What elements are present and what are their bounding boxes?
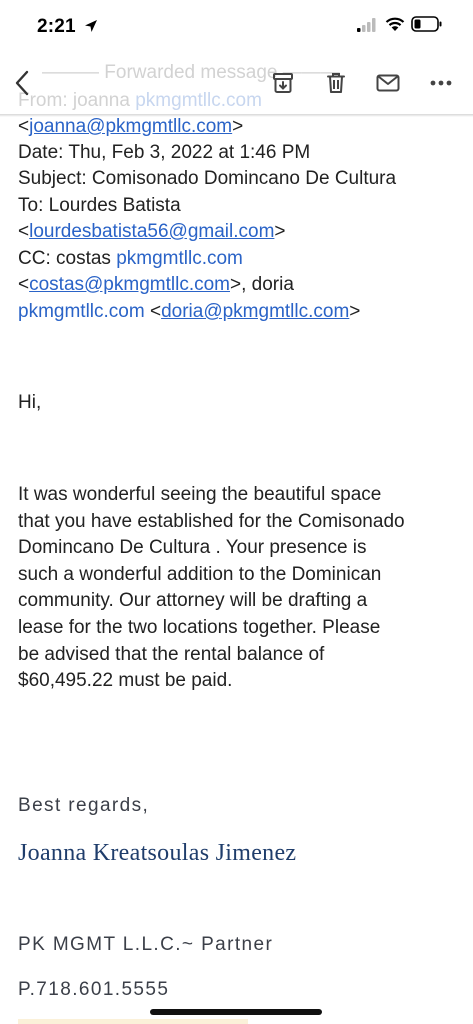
signature-name: Joanna Kreatsoulas Jimenez bbox=[18, 840, 297, 866]
greeting: Hi, bbox=[18, 392, 42, 413]
trash-icon bbox=[327, 73, 345, 93]
paragraph-line: such a wonderful addition to the Dominic… bbox=[18, 563, 382, 585]
archive-icon bbox=[273, 73, 293, 93]
more-horizontal-icon bbox=[430, 80, 452, 86]
paragraph-line: $60,495.22 must be paid. bbox=[18, 670, 233, 692]
location-arrow-icon bbox=[85, 20, 97, 32]
envelope-icon bbox=[376, 74, 400, 92]
more-options-button[interactable] bbox=[425, 67, 457, 99]
battery-icon bbox=[411, 16, 442, 32]
wifi-icon bbox=[385, 17, 405, 31]
paragraph-line: It was wonderful seeing the beautiful sp… bbox=[18, 484, 382, 505]
signature-company: PK MGMT L.L.C.~ Partner bbox=[18, 934, 274, 955]
to-line: To: Lourdes Batista bbox=[18, 195, 181, 216]
chevron-left-icon bbox=[15, 70, 29, 96]
signature-phone[interactable]: P.718.601.5555 bbox=[18, 979, 169, 1001]
subject-line: Subject: Comisonado Domincano De Cultura bbox=[18, 168, 397, 189]
cc-email-link-2[interactable]: doria@pkmgmtllc.com bbox=[161, 301, 349, 322]
gt: > bbox=[230, 274, 242, 295]
lt: < bbox=[18, 274, 30, 295]
cc-prefix: CC: costas bbox=[18, 248, 117, 269]
lt: < bbox=[149, 301, 162, 322]
paragraph-line: be advised that the rental balance of bbox=[18, 643, 325, 665]
cc-email-link-1[interactable]: costas@pkmgmtllc.com bbox=[29, 274, 230, 295]
gt: > bbox=[232, 116, 244, 137]
cc-mid: , doria bbox=[241, 274, 294, 295]
paragraph-line: Domincano De Cultura . Your presence is bbox=[18, 537, 367, 559]
lt: < bbox=[18, 116, 30, 137]
cc-doria-line: pkmgmtllc.com <doria@pkmgmtllc.com> bbox=[18, 299, 360, 325]
bottom-banner-edge bbox=[18, 1019, 248, 1024]
gt: > bbox=[274, 221, 286, 242]
paragraph-line: lease for the two locations together. Pl… bbox=[18, 616, 381, 638]
signature-closing: Best regards, bbox=[18, 795, 150, 816]
cc-domain-link-1[interactable]: pkmgmtllc.com bbox=[116, 248, 243, 269]
to-email-link[interactable]: lourdesbatista56@gmail.com bbox=[29, 221, 274, 242]
to-email-line: <lourdesbatista56@gmail.com> bbox=[18, 219, 286, 245]
cc-domain-link-2[interactable]: pkmgmtllc.com bbox=[18, 301, 145, 322]
paragraph-line: that you have established for the Comiso… bbox=[18, 510, 405, 532]
cc-email-line: <costas@pkmgmtllc.com>, doria bbox=[18, 272, 294, 298]
lt: < bbox=[18, 221, 30, 242]
cc-line: CC: costas pkmgmtllc.com bbox=[18, 246, 243, 272]
gt: > bbox=[349, 301, 361, 322]
from-email-link[interactable]: joanna@pkmgmtllc.com bbox=[29, 116, 232, 137]
status-time: 2:21 bbox=[37, 16, 76, 37]
date-line: Date: Thu, Feb 3, 2022 at 1:46 PM bbox=[18, 142, 311, 163]
mark-unread-button[interactable] bbox=[372, 67, 404, 99]
from-email-line: <joanna@pkmgmtllc.com> bbox=[18, 114, 243, 140]
cellular-signal-icon bbox=[357, 18, 376, 32]
delete-button[interactable] bbox=[320, 67, 352, 99]
archive-button[interactable] bbox=[267, 67, 299, 99]
home-indicator[interactable] bbox=[150, 1009, 322, 1015]
status-bar: 2:21 bbox=[0, 0, 473, 56]
back-button[interactable] bbox=[6, 67, 38, 99]
message-toolbar bbox=[0, 56, 473, 114]
paragraph-line: community. Our attorney will be drafting… bbox=[18, 590, 368, 612]
message-paragraph: It was wonderful seeing the beautiful sp… bbox=[18, 482, 468, 695]
